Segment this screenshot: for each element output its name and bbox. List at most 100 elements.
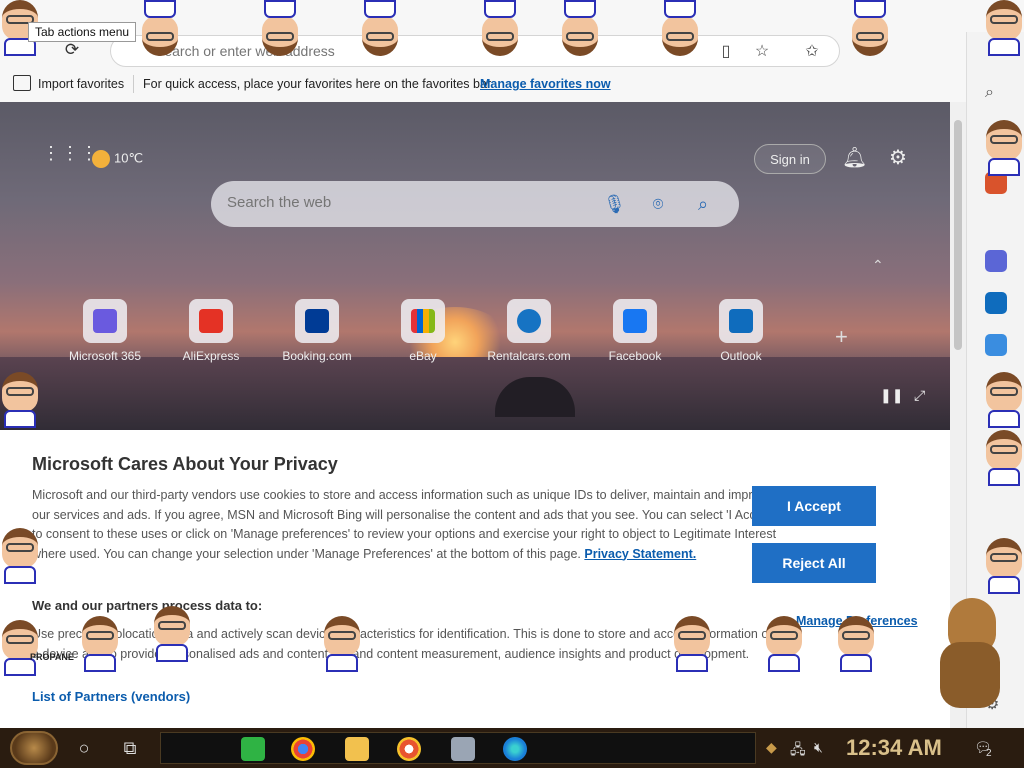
cartoon-sticker xyxy=(672,616,712,672)
web-search-box[interactable]: 🎙︎ ⌾ ⌕ xyxy=(211,181,739,227)
ebay-logo-icon xyxy=(411,309,435,333)
import-favorites-icon[interactable] xyxy=(13,75,31,91)
app-launcher-icon[interactable]: ⋮⋮⋮ xyxy=(42,144,99,162)
visual-search-icon[interactable]: ⌾ xyxy=(647,193,669,215)
outlook-icon[interactable] xyxy=(985,292,1007,314)
cartoon-sticker xyxy=(850,0,890,56)
gopher-sticker xyxy=(940,598,1002,708)
clock[interactable]: 12:34 AM xyxy=(846,735,942,761)
weather-widget[interactable]: 10℃ xyxy=(92,150,143,168)
favorites-icon[interactable]: ✩ xyxy=(801,41,823,63)
taskbar: ○ ⧉ ◆ 🖧︎ 🔇︎ 12:34 AM 💬︎ 2 xyxy=(0,728,1024,768)
quick-link-outlook[interactable]: Outlook xyxy=(696,299,786,369)
tab-actions-tooltip: Tab actions menu xyxy=(28,22,137,42)
privacy-purposes-text: Use precise geolocation data and activel… xyxy=(32,627,776,661)
start-button[interactable] xyxy=(10,731,58,765)
favorites-bar: Import favorites For quick access, place… xyxy=(0,72,966,98)
chrome-icon[interactable] xyxy=(291,737,315,761)
quick-link-facebook[interactable]: Facebook xyxy=(590,299,680,369)
reject-all-button[interactable]: Reject All xyxy=(752,543,876,583)
quick-link-label: AliExpress xyxy=(182,349,240,363)
cartoon-sticker xyxy=(984,430,1024,486)
send-icon[interactable] xyxy=(985,334,1007,356)
reader-view-icon[interactable]: ▯ xyxy=(715,41,737,63)
privacy-statement-link[interactable]: Privacy Statement. xyxy=(584,547,696,561)
cartoon-sticker xyxy=(322,616,362,672)
microsoft365-icon[interactable] xyxy=(985,250,1007,272)
network-icon[interactable]: 🖧︎ xyxy=(790,739,806,763)
quick-link-label: Microsoft 365 xyxy=(68,349,142,363)
add-quick-link-icon[interactable]: + xyxy=(835,324,848,350)
accept-button[interactable]: I Accept xyxy=(752,486,876,526)
quick-links: Microsoft 365 AliExpress Booking.com eBa… xyxy=(60,299,860,369)
weather-temperature: 10℃ xyxy=(114,150,144,166)
cartoon-sticker xyxy=(80,616,120,672)
quick-link-microsoft365[interactable]: Microsoft 365 xyxy=(60,299,150,369)
favorites-bar-message: For quick access, place your favorites h… xyxy=(143,77,494,91)
taskbar-apps xyxy=(160,732,756,764)
tray-overflow-icon[interactable]: ◆ xyxy=(766,739,777,756)
favorites-divider xyxy=(133,75,134,93)
manage-favorites-link[interactable]: Manage favorites now xyxy=(480,77,611,91)
facebook-logo-icon xyxy=(623,309,647,333)
privacy-consent-dialog: Microsoft Cares About Your Privacy Micro… xyxy=(0,430,950,728)
pause-background-icon[interactable]: ❚❚ xyxy=(880,387,903,404)
browser-app-icon[interactable] xyxy=(397,737,421,761)
cartoon-sticker xyxy=(560,0,600,56)
aliexpress-logo-icon xyxy=(199,309,223,333)
cartoon-sticker xyxy=(140,0,180,56)
notification-count-badge: 2 xyxy=(986,748,992,759)
cartoon-sticker xyxy=(480,0,520,56)
sticker-label: PROPANE xyxy=(30,652,74,662)
privacy-paragraph: Microsoft and our third-party vendors us… xyxy=(32,486,777,564)
cartoon-sticker xyxy=(0,620,40,676)
cartoon-sticker xyxy=(984,0,1024,56)
cartoon-sticker xyxy=(0,528,40,584)
scrollbar-thumb[interactable] xyxy=(954,120,962,350)
cartoon-sticker xyxy=(152,606,192,662)
quick-link-label: eBay xyxy=(409,349,437,363)
moon-icon xyxy=(92,150,110,168)
rentalcars-logo-icon xyxy=(517,309,541,333)
sign-in-button[interactable]: Sign in xyxy=(754,144,826,174)
quick-link-label: Outlook xyxy=(720,349,762,363)
notes-app-icon[interactable] xyxy=(241,737,265,761)
notification-bell-icon[interactable]: 🔔︎ xyxy=(842,146,867,170)
cartoon-sticker xyxy=(0,372,40,428)
edge-icon[interactable] xyxy=(503,737,527,761)
collapse-chevron-icon[interactable]: ⌃ xyxy=(872,257,884,274)
cortana-icon[interactable]: ○ xyxy=(72,736,96,760)
cartoon-sticker xyxy=(836,616,876,672)
cartoon-sticker xyxy=(660,0,700,56)
task-view-icon[interactable]: ⧉ xyxy=(118,736,142,760)
quick-link-label: Rentalcars.com xyxy=(487,349,571,363)
import-favorites-button[interactable]: Import favorites xyxy=(38,77,124,91)
quick-link-label: Facebook xyxy=(608,349,662,363)
privacy-subtitle: We and our partners process data to: xyxy=(32,598,263,613)
cartoon-sticker xyxy=(360,0,400,56)
quick-link-rentalcars[interactable]: Rentalcars.com xyxy=(484,299,574,369)
expand-icon[interactable]: ⤢ xyxy=(914,387,925,404)
cartoon-sticker xyxy=(260,0,300,56)
quick-link-label: Booking.com xyxy=(282,349,352,363)
tools-app-icon[interactable] xyxy=(451,737,475,761)
quick-link-aliexpress[interactable]: AliExpress xyxy=(166,299,256,369)
add-favorite-icon[interactable]: ☆ xyxy=(751,41,773,63)
cartoon-sticker xyxy=(984,120,1024,176)
address-bar[interactable]: ▯ ☆ ✩ xyxy=(110,35,840,67)
microsoft365-logo-icon xyxy=(93,309,117,333)
cartoon-sticker xyxy=(984,372,1024,428)
search-icon[interactable]: ⌕ xyxy=(985,84,1007,106)
web-search-input[interactable] xyxy=(227,194,587,211)
outlook-logo-icon xyxy=(729,309,753,333)
page-settings-icon[interactable]: ⚙ xyxy=(886,146,910,170)
cartoon-sticker xyxy=(764,616,804,672)
file-explorer-icon[interactable] xyxy=(345,737,369,761)
microphone-icon[interactable]: 🎙︎ xyxy=(603,193,626,215)
cartoon-sticker xyxy=(984,538,1024,594)
volume-muted-icon[interactable]: 🔇︎ xyxy=(814,739,823,756)
quick-link-booking[interactable]: Booking.com xyxy=(272,299,362,369)
search-submit-icon[interactable]: ⌕ xyxy=(692,193,714,215)
partners-list-link[interactable]: List of Partners (vendors) xyxy=(32,689,190,704)
quick-link-ebay[interactable]: eBay xyxy=(378,299,468,369)
